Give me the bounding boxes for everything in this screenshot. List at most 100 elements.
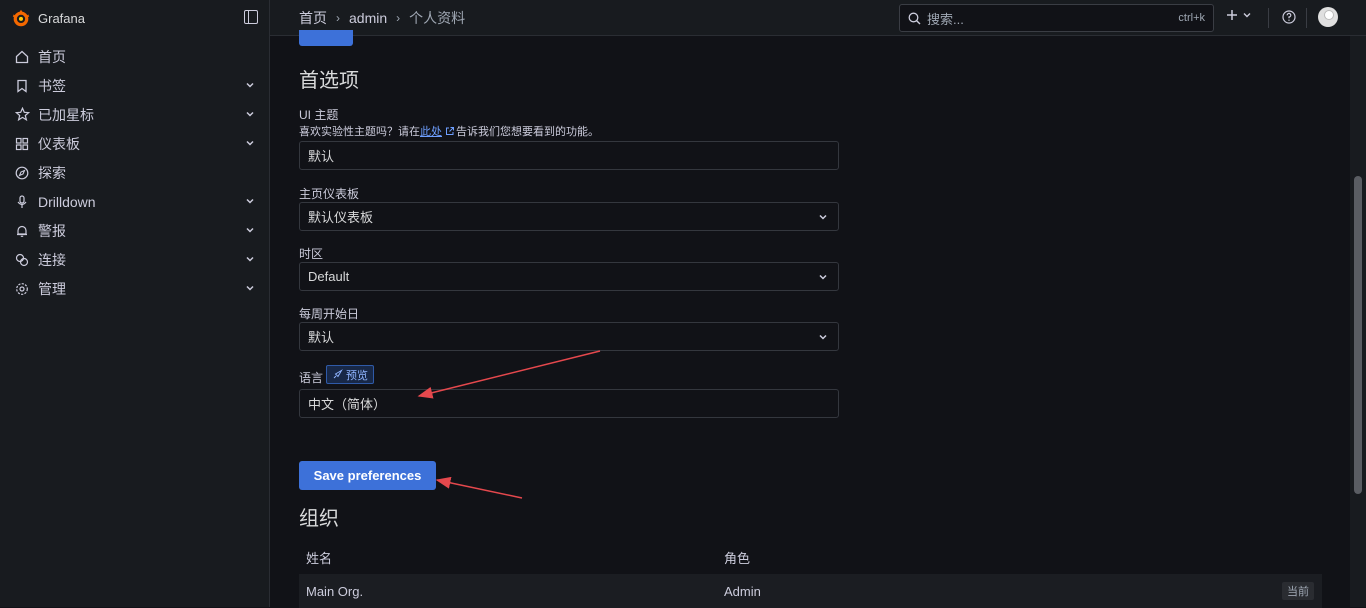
search-icon	[908, 12, 921, 25]
column-header-role: 角色	[724, 548, 1124, 567]
org-name: Main Org.	[299, 584, 724, 599]
chevron-down-icon[interactable]	[245, 196, 255, 206]
external-link-icon[interactable]	[445, 126, 455, 136]
ui-theme-select[interactable]: 默认	[299, 141, 839, 170]
week-start-label: 每周开始日	[299, 305, 359, 322]
breadcrumb-home[interactable]: 首页	[299, 8, 327, 28]
chevron-right-icon: ›	[396, 11, 400, 25]
organizations-title: 组织	[299, 502, 339, 531]
breadcrumb: 首页 › admin › 个人资料	[299, 8, 465, 28]
scrollbar-thumb[interactable]	[1354, 176, 1362, 494]
rocket-icon	[332, 369, 343, 380]
sidebar-item-dashboards[interactable]: 仪表板	[0, 129, 269, 158]
breadcrumb-admin[interactable]: admin	[349, 10, 387, 26]
ui-theme-desc-text: 告诉我们您想要看到的功能。	[456, 126, 599, 138]
bookmark-icon	[14, 78, 30, 94]
chevron-right-icon: ›	[336, 11, 340, 25]
home-dashboard-value: 默认仪表板	[308, 207, 373, 226]
star-icon	[14, 107, 30, 123]
chevron-down-icon	[818, 332, 828, 342]
table-header: 姓名 角色	[299, 540, 1322, 574]
divider	[1268, 8, 1269, 28]
sidebar: Grafana 首页 书签 已加星标 仪表板	[0, 0, 270, 607]
ui-theme-value: 默认	[308, 146, 334, 165]
home-icon	[14, 49, 30, 65]
brand[interactable]: Grafana	[0, 0, 269, 36]
avatar[interactable]	[1318, 7, 1338, 27]
brand-name: Grafana	[38, 11, 85, 26]
bell-icon	[14, 223, 30, 239]
chevron-down-icon[interactable]	[245, 80, 255, 90]
chevron-down-icon[interactable]	[245, 283, 255, 293]
timezone-select[interactable]: Default	[299, 262, 839, 291]
sidebar-item-starred[interactable]: 已加星标	[0, 100, 269, 129]
sidebar-item-label: Drilldown	[38, 194, 96, 210]
dashboards-icon	[14, 136, 30, 152]
language-label: 语言	[299, 369, 323, 386]
save-preferences-button[interactable]: Save preferences	[299, 461, 436, 490]
sidebar-item-home[interactable]: 首页	[0, 42, 269, 71]
divider	[1306, 8, 1307, 28]
feedback-link[interactable]: 此处	[420, 126, 442, 138]
new-menu-button[interactable]	[1226, 9, 1252, 21]
chevron-down-icon[interactable]	[245, 138, 255, 148]
sidebar-item-label: 书签	[38, 76, 66, 96]
preferences-title: 首选项	[299, 64, 359, 93]
microphone-icon	[14, 194, 30, 210]
sidebar-item-alerting[interactable]: 警报	[0, 216, 269, 245]
language-value: 中文（简体）	[308, 394, 386, 413]
sidebar-item-bookmarks[interactable]: 书签	[0, 71, 269, 100]
chevron-down-icon	[1242, 10, 1252, 20]
help-icon	[1282, 10, 1296, 24]
language-select[interactable]: 中文（简体）	[299, 389, 839, 418]
plus-icon	[1226, 9, 1238, 21]
search-placeholder: 搜索...	[927, 9, 964, 28]
sidebar-item-label: 警报	[38, 221, 66, 241]
save-profile-button-partial[interactable]	[299, 30, 353, 46]
home-dashboard-select[interactable]: 默认仪表板	[299, 202, 839, 231]
ui-theme-desc-text: 喜欢实验性主题吗？请在	[299, 126, 420, 138]
week-start-value: 默认	[308, 327, 334, 346]
link-icon	[14, 252, 30, 268]
sidebar-item-label: 已加星标	[38, 105, 94, 125]
breadcrumb-profile: 个人资料	[409, 8, 465, 28]
sidebar-item-label: 首页	[38, 47, 66, 67]
column-header-name: 姓名	[299, 548, 724, 567]
home-dashboard-label: 主页仪表板	[299, 185, 359, 202]
sidebar-item-administration[interactable]: 管理	[0, 274, 269, 303]
topbar: 首页 › admin › 个人资料 搜索... ctrl+k	[270, 0, 1366, 36]
sidebar-item-label: 管理	[38, 279, 66, 299]
help-button[interactable]	[1282, 10, 1296, 27]
search-shortcut: ctrl+k	[1178, 12, 1205, 24]
week-start-select[interactable]: 默认	[299, 322, 839, 351]
table-row[interactable]: Main Org. Admin 当前	[299, 574, 1322, 608]
sidebar-item-connections[interactable]: 连接	[0, 245, 269, 274]
sidebar-item-label: 仪表板	[38, 134, 80, 154]
cog-icon	[14, 281, 30, 297]
search-input[interactable]: 搜索... ctrl+k	[899, 4, 1214, 32]
sidebar-item-drilldown[interactable]: Drilldown	[0, 187, 269, 216]
compass-icon	[14, 165, 30, 181]
chevron-down-icon[interactable]	[245, 109, 255, 119]
nav-menu: 首页 书签 已加星标 仪表板 探索	[0, 42, 269, 303]
organizations-table: 姓名 角色 Main Org. Admin 当前	[299, 540, 1322, 608]
chevron-down-icon[interactable]	[245, 254, 255, 264]
main-content: 首选项 UI 主题 喜欢实验性主题吗？请在此处告诉我们您想要看到的功能。 默认 …	[270, 36, 1350, 607]
timezone-value: Default	[308, 269, 349, 284]
chevron-down-icon	[818, 212, 828, 222]
grafana-logo-icon	[10, 7, 32, 29]
chevron-down-icon[interactable]	[245, 225, 255, 235]
timezone-label: 时区	[299, 245, 323, 262]
preview-badge: 预览	[326, 365, 374, 384]
sidebar-item-label: 探索	[38, 163, 66, 183]
dock-menu-icon[interactable]	[244, 10, 258, 24]
scrollbar[interactable]	[1350, 36, 1366, 607]
sidebar-item-explore[interactable]: 探索	[0, 158, 269, 187]
chevron-down-icon	[818, 272, 828, 282]
preview-badge-label: 预览	[346, 367, 368, 383]
current-badge: 当前	[1282, 582, 1314, 600]
ui-theme-label: UI 主题	[299, 106, 338, 123]
org-role: Admin	[724, 584, 1124, 599]
sidebar-item-label: 连接	[38, 250, 66, 270]
ui-theme-description: 喜欢实验性主题吗？请在此处 告诉我们您想要看到的功能。	[299, 123, 599, 139]
